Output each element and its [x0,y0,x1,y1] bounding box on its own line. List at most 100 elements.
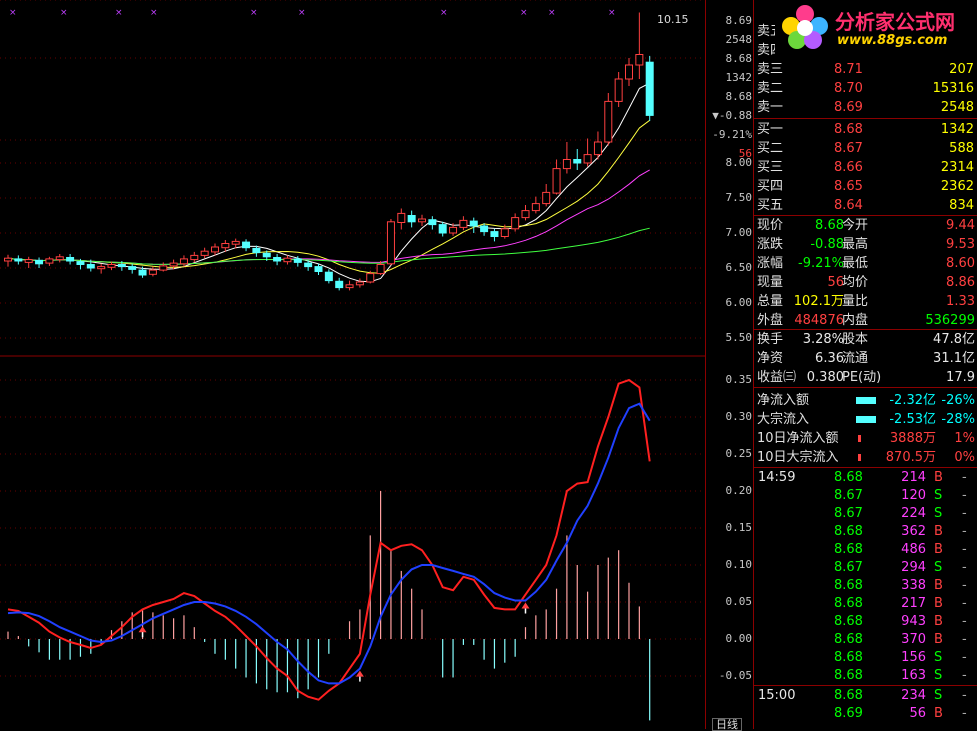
candle-body[interactable] [552,168,561,194]
quote-row[interactable]: 外盘 484876 内盘 536299 [754,311,977,330]
candle-body[interactable] [148,269,157,275]
trade-tick-row[interactable]: 8.68 362 B - [754,522,977,541]
trade-tick-row[interactable]: 8.67 120 S - [754,486,977,505]
candle-body[interactable] [314,266,323,273]
candle-body[interactable] [511,217,520,230]
candle-body[interactable] [573,159,582,164]
period-label[interactable]: 日线 [712,718,742,731]
candle-body[interactable] [418,218,426,223]
quote-row[interactable]: 净资 6.36 流通 31.1亿 [754,349,977,368]
candle-body[interactable] [625,64,633,80]
candle-body[interactable] [211,246,219,253]
flow-row[interactable]: 10日大宗流入 870.5万 0% [754,448,977,467]
trade-tick-row[interactable]: 8.68 943 B - [754,612,977,631]
quote-row[interactable]: 涨幅 -9.21% 最低 8.60 [754,254,977,273]
candle-body[interactable] [500,228,509,238]
buy-level[interactable]: 买四 8.65 2362 [754,177,977,196]
candle-body[interactable] [521,210,530,219]
buy-level[interactable]: 买五 8.64 834 [754,196,977,215]
candle-body[interactable] [542,191,551,205]
trade-tick-row[interactable]: 8.68 486 B - [754,540,977,559]
candle-body[interactable] [604,100,613,143]
candle-body[interactable] [635,54,644,66]
candle-body[interactable] [614,78,623,102]
candle-body[interactable] [645,61,654,116]
candle-body[interactable] [200,250,209,256]
candle-body[interactable] [221,243,230,249]
candle-body[interactable] [376,264,385,275]
candle-body[interactable] [335,280,344,289]
flow-row[interactable]: 大宗流入 -2.53亿 -28% [754,410,977,429]
candle-body[interactable] [66,257,75,262]
buy-level[interactable]: 买二 8.67 588 [754,139,977,158]
candle-body[interactable] [459,219,468,228]
flow-row[interactable]: 净流入额 -2.32亿 -26% [754,391,977,410]
trade-tick-row[interactable]: 8.68 163 S - [754,666,977,685]
flow-row[interactable]: 10日净流入额 3888万 1% [754,429,977,448]
trade-tick-row[interactable]: 8.68 156 S - [754,648,977,667]
candle-body[interactable] [562,159,571,170]
buy-level[interactable]: 买三 8.66 2314 [754,158,977,177]
kline-chart[interactable]: × × × × × × × × × × [0,0,705,729]
candle-body[interactable] [138,269,147,276]
sell-level[interactable]: 卖二 8.70 15316 [754,79,977,98]
sell-level[interactable]: 卖三 8.71 207 [754,60,977,79]
candle-body[interactable] [117,264,126,268]
candle-body[interactable] [304,262,313,268]
candle-body[interactable] [76,261,85,266]
quote-row[interactable]: 总量 102.1万 量比 1.33 [754,292,977,311]
candle-body[interactable] [428,219,437,226]
candle-body[interactable] [283,257,292,263]
candle-body[interactable] [4,257,12,262]
chart-area[interactable]: × × × × × × × × × × 10.15 [0,0,705,729]
candle-body[interactable] [366,273,375,283]
candle-body[interactable] [128,266,137,270]
candle-body[interactable] [242,241,251,249]
candle-body[interactable] [169,262,178,267]
trade-tick-row[interactable]: 8.68 370 B - [754,630,977,649]
candle-body[interactable] [293,258,302,263]
candle-body[interactable] [24,259,33,263]
trade-tick-row[interactable]: 8.68 217 B - [754,594,977,613]
candle-body[interactable] [355,281,364,286]
candle-body[interactable] [179,258,188,265]
candle-body[interactable] [469,220,478,227]
trade-tick-row[interactable]: 15:00 8.68 234 S - [754,686,977,705]
quote-row[interactable]: 现价 8.68 今开 9.44 [754,216,977,235]
candle-body[interactable] [345,284,354,289]
candle-body[interactable] [583,154,592,164]
candle-body[interactable] [273,257,282,262]
candle-body[interactable] [397,212,406,223]
quote-row[interactable]: 现量 56 均价 8.86 [754,273,977,292]
candle-body[interactable] [324,271,333,282]
quote-row[interactable]: 收益㈢ 0.380 PE(动) 17.9 [754,368,977,387]
trade-tick-row[interactable]: 8.67 224 S - [754,504,977,523]
candle-body[interactable] [449,226,458,234]
candle-body[interactable] [252,247,261,254]
candle-body[interactable] [14,258,23,262]
candle-body[interactable] [55,256,64,261]
trade-tick-row[interactable]: 14:59 8.68 214 B - [754,468,977,487]
sell-level[interactable]: 卖一 8.69 2548 [754,98,977,117]
buy-level[interactable]: 买一 8.68 1342 [754,120,977,139]
logo-url[interactable]: www.88gs.com [837,33,947,48]
candle-body[interactable] [407,215,416,223]
candle-body[interactable] [480,225,489,233]
candle-body[interactable] [159,265,168,271]
candle-body[interactable] [593,141,602,156]
trade-tick-row[interactable]: 8.68 338 B - [754,576,977,595]
candle-body[interactable] [231,240,240,245]
quote-row[interactable]: 涨跌 -0.88 最高 9.53 [754,235,977,254]
quote-row[interactable]: 换手 3.28% 股本 47.8亿 [754,330,977,349]
candle-body[interactable] [531,203,540,212]
trade-tick-row[interactable]: 8.69 56 B - [754,704,977,723]
candle-body[interactable] [107,264,116,268]
candle-body[interactable] [490,231,499,238]
candle-body[interactable] [190,254,199,261]
candle-body[interactable] [438,224,447,234]
candle-body[interactable] [86,264,95,269]
trade-tick-row[interactable]: 8.67 294 S - [754,558,977,577]
candle-body[interactable] [97,266,106,270]
candle-body[interactable] [386,221,395,265]
candle-body[interactable] [45,258,54,264]
